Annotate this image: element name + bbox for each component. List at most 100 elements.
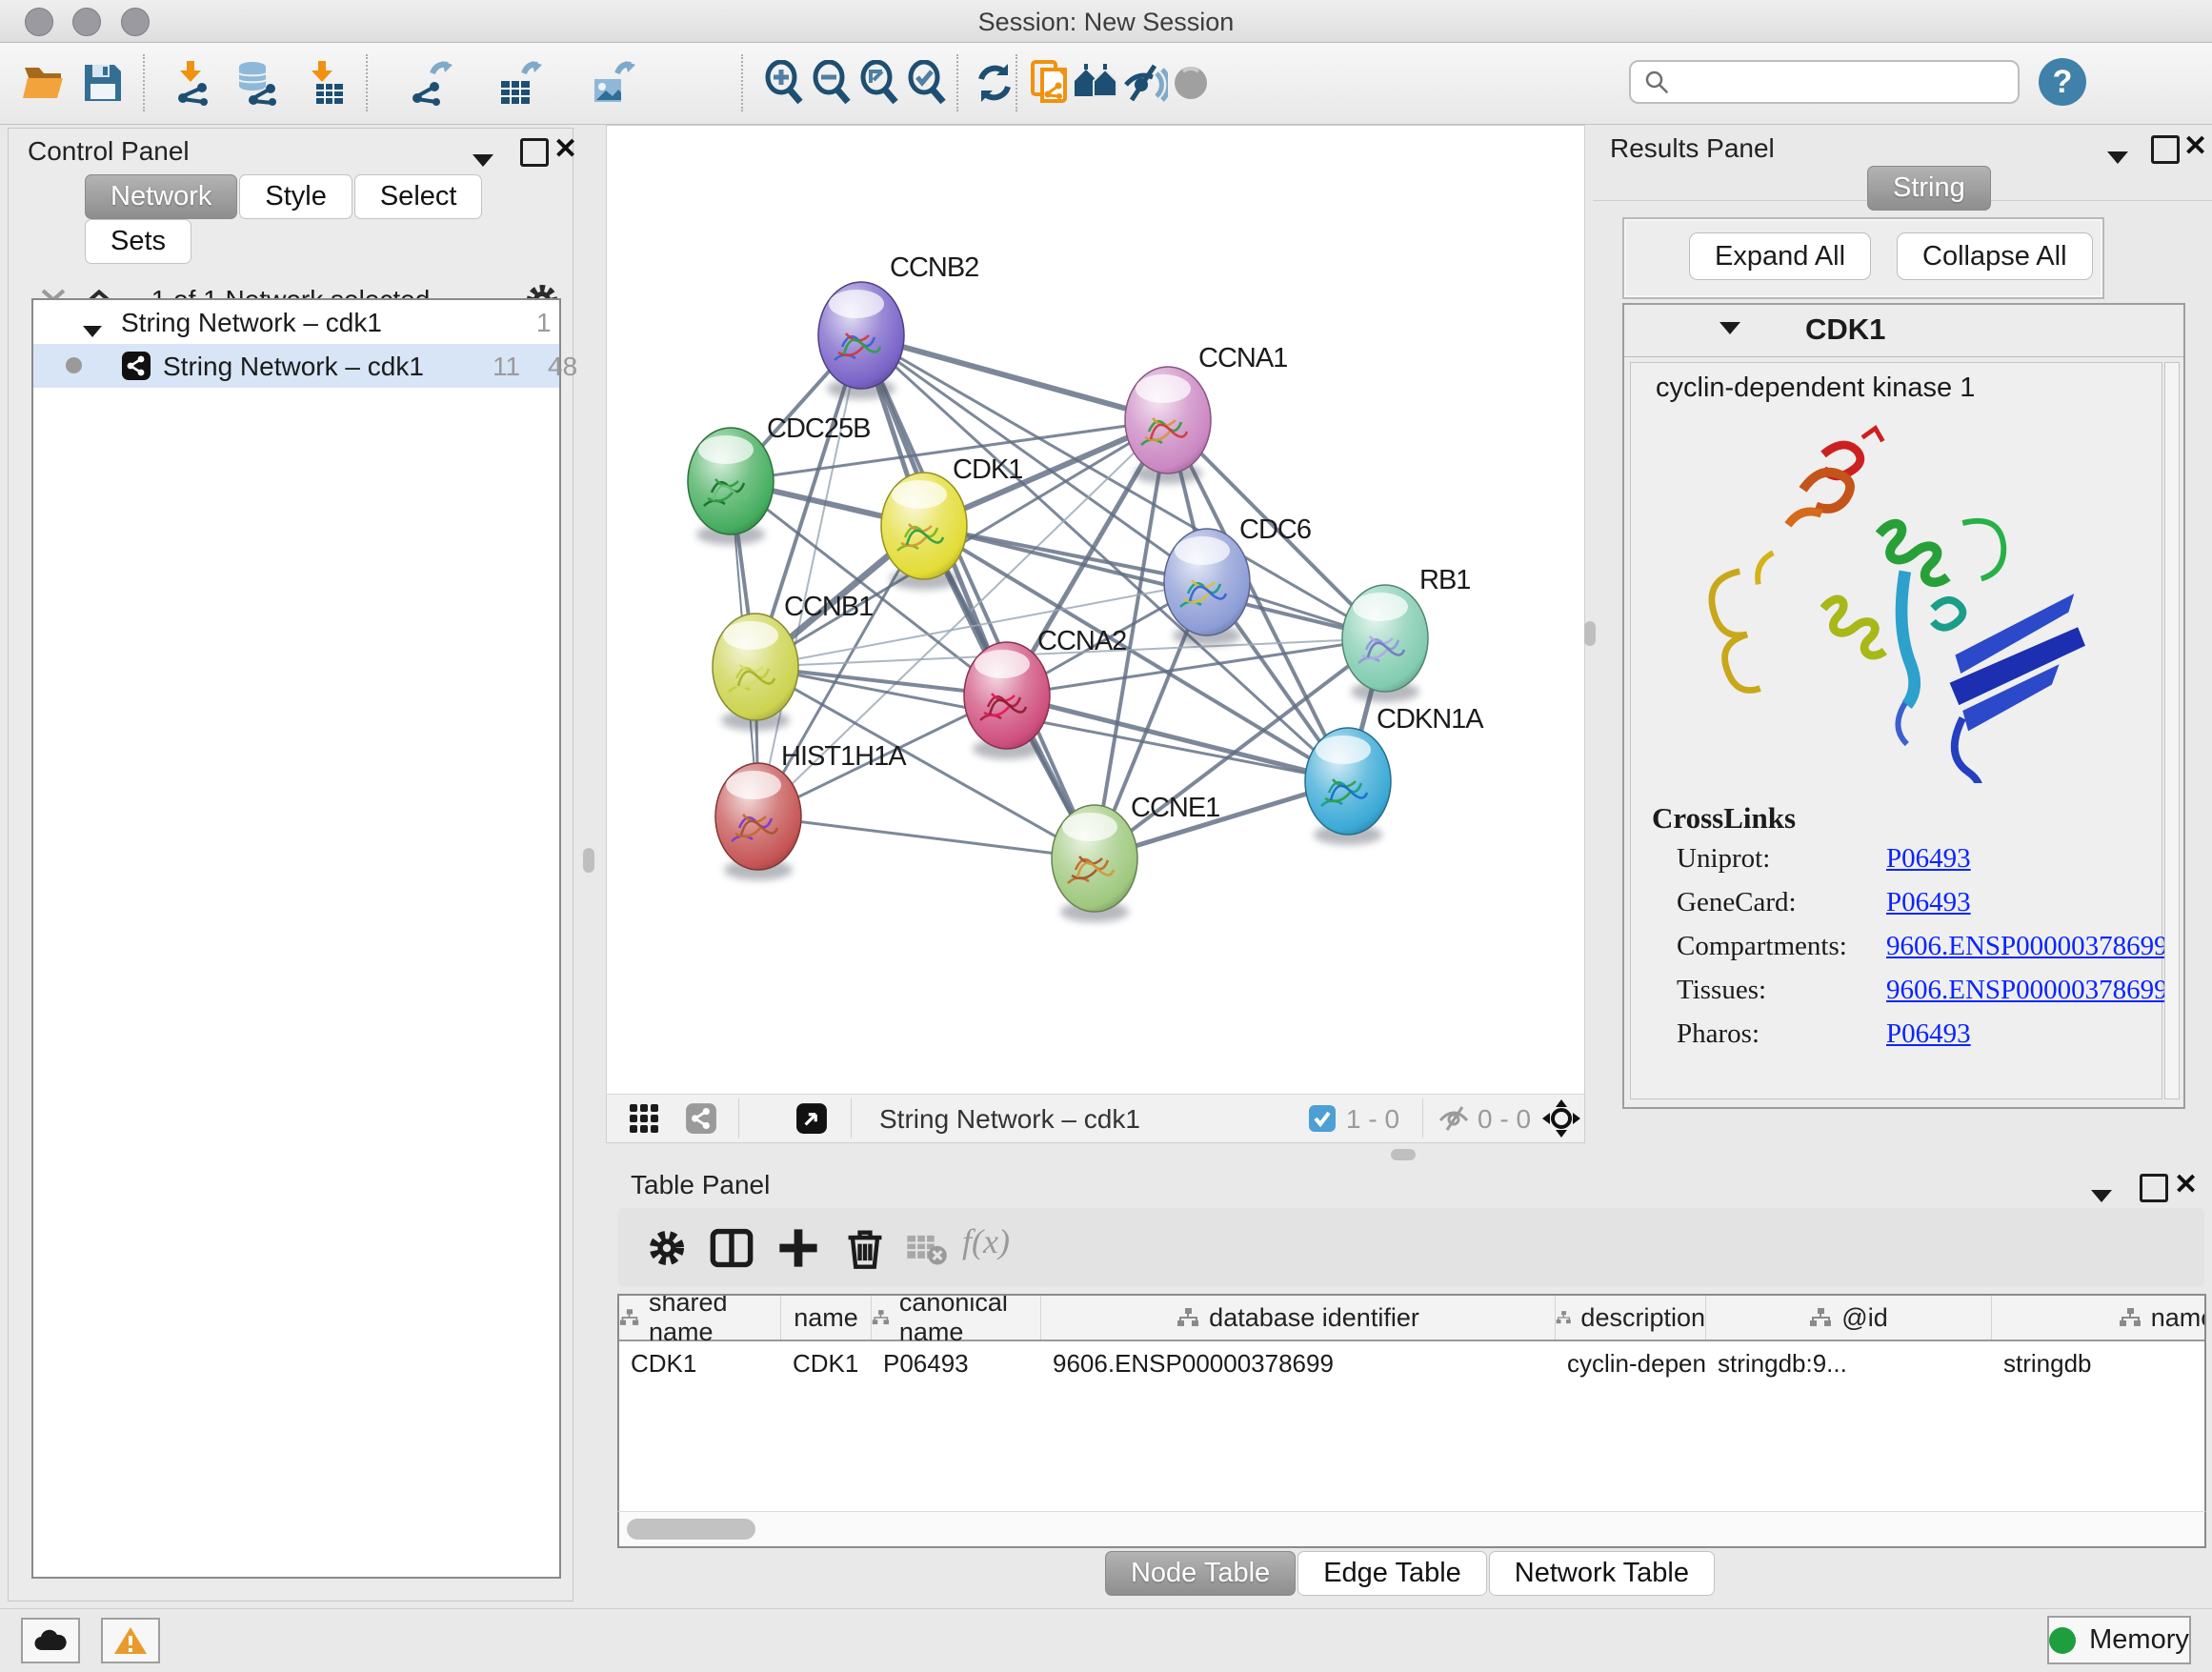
zoom-selected-icon[interactable] bbox=[905, 60, 951, 106]
network-row-selected[interactable]: String Network – cdk1 11 48 bbox=[33, 344, 559, 388]
crosslink-link[interactable]: P06493 bbox=[1886, 1018, 1971, 1050]
crosslink-label: Tissues: bbox=[1677, 975, 1766, 1006]
tab-edge-table[interactable]: Edge Table bbox=[1297, 1551, 1487, 1596]
node-label-cdc6: CDC6 bbox=[1239, 514, 1311, 545]
column-header-namespace[interactable]: namespace bbox=[1992, 1296, 2206, 1340]
panel-menu-icon[interactable] bbox=[2107, 141, 2128, 171]
refresh-icon[interactable] bbox=[972, 60, 1017, 106]
collapse-all-button[interactable]: Collapse All bbox=[1897, 232, 2093, 280]
node-cdk1[interactable]: CDK1 bbox=[881, 454, 1022, 579]
add-column-icon[interactable] bbox=[775, 1225, 821, 1271]
selected-checkbox-icon[interactable] bbox=[1308, 1104, 1337, 1138]
toolbar-separator bbox=[741, 54, 743, 111]
table-horizontal-scrollbar[interactable] bbox=[617, 1511, 2206, 1548]
export-image-icon[interactable] bbox=[591, 60, 636, 106]
panel-float-icon[interactable] bbox=[520, 138, 549, 173]
tab-string[interactable]: String bbox=[1867, 166, 1991, 211]
hidden-count-label: 0 - 0 bbox=[1478, 1104, 1531, 1135]
column-header-name[interactable]: name bbox=[781, 1296, 872, 1340]
function-builder-icon-disabled: f(x) bbox=[962, 1221, 1067, 1267]
panel-float-icon[interactable] bbox=[2151, 135, 2180, 171]
open-session-icon[interactable] bbox=[21, 60, 67, 106]
crosslink-link[interactable]: 9606.ENSP00000378699 bbox=[1886, 931, 2168, 962]
panel-close-icon[interactable]: ✕ bbox=[553, 138, 577, 161]
grid-layout-icon[interactable] bbox=[628, 1102, 660, 1139]
zoom-in-icon[interactable] bbox=[762, 60, 808, 106]
tab-style[interactable]: Style bbox=[239, 174, 352, 219]
panel-menu-icon[interactable] bbox=[473, 144, 493, 173]
column-header-description[interactable]: description bbox=[1556, 1296, 1706, 1340]
memory-button[interactable]: Memory bbox=[2047, 1616, 2191, 1664]
column-header-shared-name[interactable]: shared name bbox=[619, 1296, 781, 1340]
hide-selected-icon[interactable] bbox=[1122, 60, 1168, 106]
show-columns-icon[interactable] bbox=[709, 1225, 754, 1271]
edge-HIST1H1A-CCNE1[interactable] bbox=[758, 816, 1095, 858]
horizontal-splitter-handle[interactable] bbox=[1391, 1149, 1416, 1160]
memory-status-dot-icon bbox=[2049, 1627, 2076, 1654]
delete-column-icon[interactable] bbox=[842, 1225, 888, 1271]
table-row[interactable]: CDK1CDK1P064939606.ENSP00000378699cyclin… bbox=[619, 1341, 2204, 1383]
fit-content-crosshair-icon[interactable] bbox=[1542, 1099, 1580, 1142]
column-header--id[interactable]: @id bbox=[1706, 1296, 1992, 1340]
node-ccne1[interactable]: CCNE1 bbox=[1052, 793, 1219, 912]
show-all-icon[interactable] bbox=[1168, 60, 1214, 106]
crosslink-row: Pharos:P06493 bbox=[1677, 1018, 2162, 1062]
node-cdc6[interactable]: CDC6 bbox=[1164, 514, 1311, 635]
column-header-canonical-name[interactable]: canonical name bbox=[872, 1296, 1041, 1340]
crosslink-label: GeneCard: bbox=[1677, 887, 1797, 918]
search-input[interactable] bbox=[1629, 60, 2020, 104]
tab-sets[interactable]: Sets bbox=[85, 219, 191, 264]
table-options-gear-icon[interactable] bbox=[644, 1225, 690, 1271]
network-thumbnail-icon[interactable] bbox=[685, 1102, 717, 1139]
node-ccna1[interactable]: CCNA1 bbox=[1125, 343, 1287, 473]
hidden-eye-icon[interactable] bbox=[1438, 1104, 1470, 1138]
panel-menu-icon[interactable] bbox=[2091, 1179, 2112, 1209]
crosslink-row: GeneCard: P06493 bbox=[1677, 887, 2162, 931]
expand-all-button[interactable]: Expand All bbox=[1689, 232, 1871, 280]
tree-expand-icon[interactable] bbox=[83, 313, 102, 344]
tab-select[interactable]: Select bbox=[354, 174, 483, 219]
scrollbar-thumb[interactable] bbox=[627, 1519, 755, 1540]
save-session-icon[interactable] bbox=[80, 60, 126, 106]
import-table-from-file-icon[interactable] bbox=[301, 60, 347, 106]
edge-count: 48 bbox=[548, 352, 577, 382]
tab-node-table[interactable]: Node Table bbox=[1105, 1551, 1296, 1596]
export-network-icon[interactable] bbox=[408, 60, 453, 106]
node-label-ccnb2: CCNB2 bbox=[890, 252, 978, 283]
crosslink-link[interactable]: P06493 bbox=[1886, 887, 1971, 918]
crosslinks-list: Uniprot:P06493GeneCard:P06493Compartment… bbox=[1631, 836, 2162, 1062]
collapse-protein-icon[interactable] bbox=[1719, 322, 1740, 339]
node-cdkn1a[interactable]: CDKN1A bbox=[1305, 704, 1484, 835]
zoom-fit-icon[interactable] bbox=[857, 60, 903, 106]
tab-network[interactable]: Network bbox=[85, 174, 237, 219]
network-collection-row[interactable]: String Network – cdk1 1 bbox=[33, 300, 559, 344]
help-icon[interactable]: ? bbox=[2039, 58, 2086, 106]
node-label-cdk1: CDK1 bbox=[953, 454, 1022, 485]
zoom-out-icon[interactable] bbox=[810, 60, 855, 106]
import-network-from-database-icon[interactable] bbox=[234, 60, 280, 106]
node-label-hist1h1a: HIST1H1A bbox=[781, 741, 907, 772]
crosslink-link[interactable]: 9606.ENSP00000378699 bbox=[1886, 975, 2168, 1006]
home-icon[interactable] bbox=[1073, 60, 1118, 106]
node-rb1[interactable]: RB1 bbox=[1342, 565, 1470, 692]
vertical-splitter-handle[interactable] bbox=[583, 848, 594, 873]
panel-float-icon[interactable] bbox=[2140, 1174, 2168, 1209]
birdseye-view-icon[interactable] bbox=[795, 1102, 828, 1139]
clone-network-icon[interactable] bbox=[1029, 60, 1075, 106]
export-table-icon[interactable] bbox=[497, 60, 543, 106]
panel-close-icon[interactable]: ✕ bbox=[2183, 135, 2207, 158]
warnings-button[interactable] bbox=[101, 1618, 160, 1663]
protein-details: cyclin-dependent kinase 1 CrossLinks bbox=[1630, 362, 2162, 1099]
import-network-from-file-icon[interactable] bbox=[170, 60, 215, 106]
cloud-status-button[interactable] bbox=[21, 1618, 80, 1663]
node-hist1h1a[interactable]: HIST1H1A bbox=[715, 741, 907, 870]
tab-network-table[interactable]: Network Table bbox=[1489, 1551, 1715, 1596]
control-panel-tabs: NetworkStyleSelect Sets bbox=[9, 174, 573, 264]
panel-close-icon[interactable]: ✕ bbox=[2174, 1174, 2198, 1197]
crosslink-link[interactable]: P06493 bbox=[1886, 843, 1971, 875]
edge-CCNB2-CCNE1[interactable] bbox=[861, 335, 1095, 858]
network-canvas[interactable]: CCNB2CCNA1CDC25BCDK1CDC6RB1CCNB1CCNA2CDK… bbox=[606, 125, 1585, 1096]
column-header-database-identifier[interactable]: database identifier bbox=[1041, 1296, 1556, 1340]
results-vertical-scrollbar[interactable] bbox=[2164, 362, 2180, 1099]
protein-card: CDK1 cyclin-dependent kinase 1 bbox=[1622, 303, 2185, 1109]
